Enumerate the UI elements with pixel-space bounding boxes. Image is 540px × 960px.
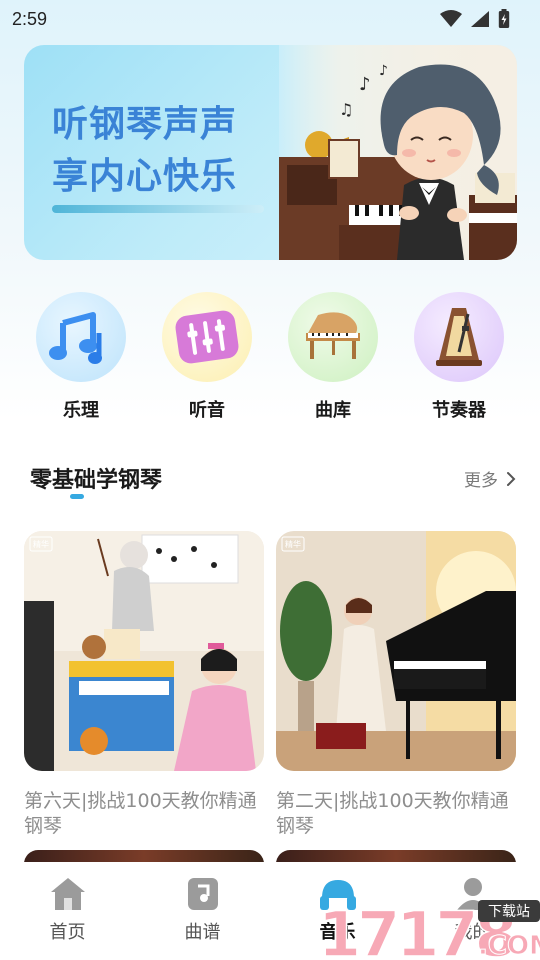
course-card-title: 第二天|挑战100天教你精通钢琴: [276, 790, 509, 837]
tab-home-label: 首页: [49, 922, 86, 943]
category-grid: 乐理 听音 曲库 节奏器: [0, 292, 540, 427]
status-time: 2:59: [12, 8, 48, 29]
section-title-underline: [70, 494, 84, 499]
tab-home[interactable]: 首页: [0, 862, 135, 960]
category-label: 听音: [189, 400, 225, 421]
course-card[interactable]: 精华 第二天|挑战100天教你精通钢琴: [276, 531, 516, 839]
course-card-title: 第六天|挑战100天教你精通钢琴: [24, 790, 257, 837]
category-label: 曲库: [315, 400, 351, 421]
category-ear-training[interactable]: 听音: [152, 292, 262, 422]
svg-text:.COM: .COM: [478, 931, 540, 960]
banner-title: 听钢琴声声 享内心快乐: [52, 99, 292, 203]
equalizer-icon: [162, 292, 252, 382]
more-link[interactable]: 更多: [464, 466, 516, 491]
category-metronome[interactable]: 节奏器: [404, 292, 514, 422]
home-icon: [50, 878, 85, 910]
svg-text:♪: ♪: [379, 63, 388, 79]
category-music-theory[interactable]: 乐理: [26, 292, 136, 422]
sheet-music-icon: [187, 878, 218, 910]
course-card-image: 精华: [24, 531, 264, 771]
category-label: 节奏器: [432, 400, 486, 421]
svg-text:♪: ♪: [359, 74, 371, 95]
banner-title-line2: 享内心快乐: [52, 156, 238, 197]
section-title: 零基础学钢琴: [30, 468, 163, 493]
piano-lesson-photo: 精华: [24, 531, 264, 771]
chevron-right-icon: [507, 471, 516, 486]
banner-decoration-bar: [52, 205, 264, 213]
grand-piano-icon: [288, 292, 378, 382]
battery-icon: [498, 9, 510, 28]
banner-title-line1: 听钢琴声声: [52, 104, 238, 145]
signal-icon: [471, 11, 489, 27]
course-card[interactable]: 精华 第六天|挑战100天教你精通钢琴: [24, 531, 264, 839]
music-notes-icon: [36, 292, 126, 382]
site-watermark-logo: 17178 下载站 .COM: [318, 897, 540, 960]
card-badge: 精华: [285, 539, 301, 549]
svg-text:♫: ♫: [339, 100, 353, 119]
card-badge: 精华: [33, 539, 49, 549]
category-song-library[interactable]: 曲库: [278, 292, 388, 422]
tab-sheet-music[interactable]: 曲谱: [135, 862, 270, 960]
grand-piano-photo: 精华: [276, 531, 516, 771]
category-label: 乐理: [63, 400, 99, 421]
status-icons: [440, 9, 510, 29]
wifi-icon: [440, 10, 462, 27]
course-card-image: 精华: [276, 531, 516, 771]
hero-banner[interactable]: 听钢琴声声 享内心快乐 ♪ ♫ ♪: [24, 45, 517, 260]
metronome-icon: [414, 292, 504, 382]
pianist-illustration: ♪ ♫ ♪: [279, 45, 517, 260]
status-bar: 2:59: [0, 0, 540, 38]
svg-text:下载站: 下载站: [488, 904, 530, 920]
more-link-label: 更多: [464, 471, 498, 491]
tab-sheet-music-label: 曲谱: [184, 922, 221, 943]
